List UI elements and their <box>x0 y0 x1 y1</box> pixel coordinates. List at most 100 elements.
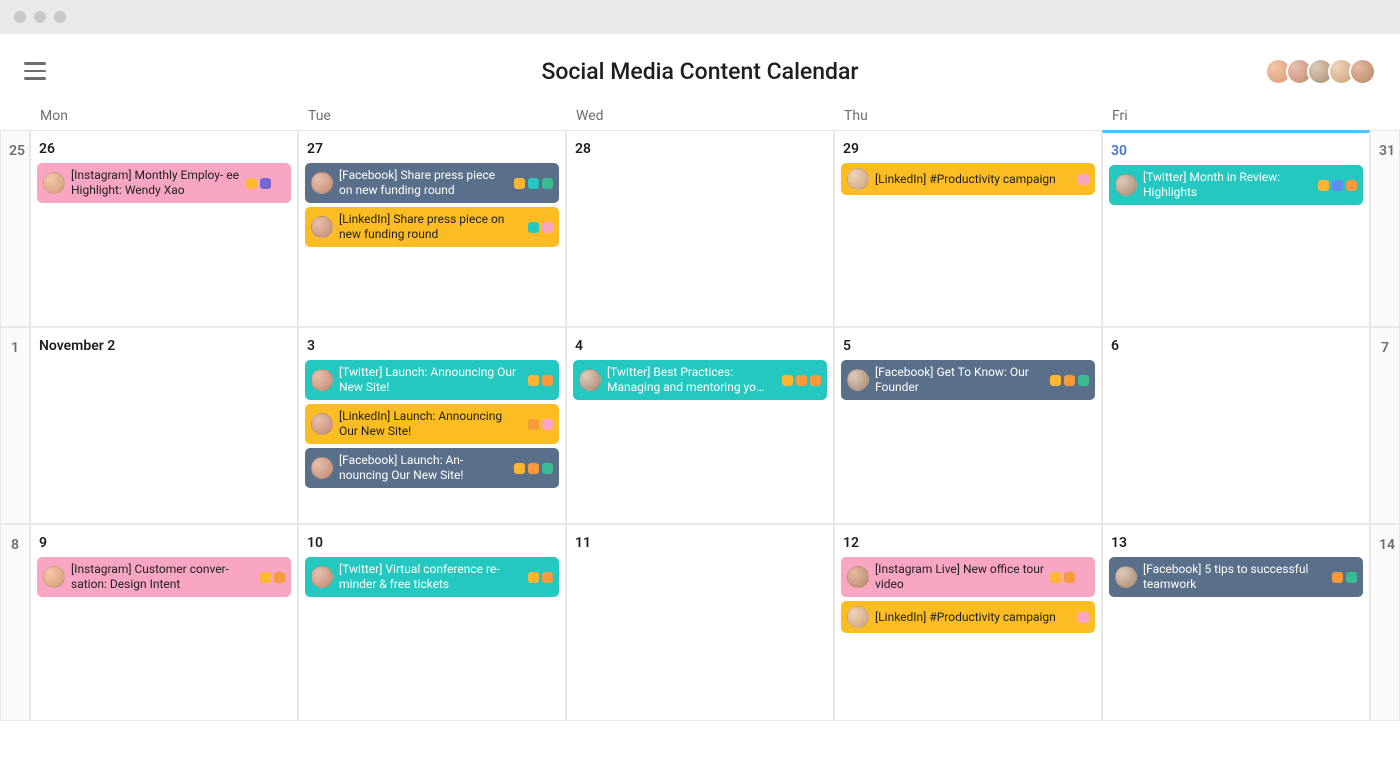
task-card[interactable]: [Facebook] Launch: An- nouncing Our New … <box>305 448 559 488</box>
calendar-day[interactable]: 27[Facebook] Share press piece on new fu… <box>298 130 566 327</box>
day-number: 25 <box>7 137 23 165</box>
traffic-zoom-icon[interactable] <box>54 11 66 23</box>
tag-dot <box>782 375 793 386</box>
topbar: Social Media Content Calendar <box>0 34 1400 108</box>
weekday-label: Wed <box>566 108 834 124</box>
menu-icon[interactable] <box>24 62 46 80</box>
task-tags <box>514 463 553 474</box>
tag-dot <box>528 375 539 386</box>
calendar-day[interactable]: 10[Twitter] Virtual conference re- minde… <box>298 524 566 721</box>
task-card[interactable]: [LinkedIn] #Productivity campaign <box>841 163 1095 195</box>
task-tags <box>1050 572 1089 583</box>
tag-dot <box>810 375 821 386</box>
day-number: 4 <box>573 334 827 360</box>
day-number: 9 <box>37 531 291 557</box>
traffic-minimize-icon[interactable] <box>34 11 46 23</box>
calendar-day[interactable]: 5[Facebook] Get To Know: Our Founder <box>834 327 1102 524</box>
day-number: November 2 <box>37 334 291 360</box>
task-title: [LinkedIn] Share press piece on new fund… <box>339 212 522 242</box>
tag-dot <box>274 178 285 189</box>
task-card[interactable]: [Facebook] 5 tips to successful teamwork <box>1109 557 1363 597</box>
tag-dot <box>274 572 285 583</box>
task-tags <box>1078 174 1089 185</box>
task-title: [Twitter] Virtual conference re- minder … <box>339 562 522 592</box>
tag-dot <box>542 572 553 583</box>
day-number: 1 <box>7 334 23 362</box>
edge-day: 31 <box>1370 130 1400 327</box>
tag-dot <box>1332 572 1343 583</box>
task-tags <box>1078 612 1089 623</box>
tag-dot <box>542 178 553 189</box>
task-card[interactable]: [Twitter] Virtual conference re- minder … <box>305 557 559 597</box>
day-number: 29 <box>841 137 1095 163</box>
task-card[interactable]: [LinkedIn] #Productivity campaign <box>841 601 1095 633</box>
tag-dot <box>260 178 271 189</box>
task-title: [Twitter] Launch: Announcing Our New Sit… <box>339 365 522 395</box>
calendar-day[interactable]: 4 [Twitter] Best Practices: Managing and … <box>566 327 834 524</box>
task-tags <box>1318 180 1357 191</box>
task-card[interactable]: [LinkedIn] Share press piece on new fund… <box>305 207 559 247</box>
task-title: [Instagram] Monthly Employ- ee Highlight… <box>71 168 240 198</box>
tag-dot <box>514 178 525 189</box>
calendar-day[interactable]: 28 <box>566 130 834 327</box>
assignee-avatar <box>311 172 333 194</box>
day-number: 30 <box>1109 139 1363 165</box>
task-card[interactable]: [Twitter] Launch: Announcing Our New Sit… <box>305 360 559 400</box>
tag-dot <box>1332 180 1343 191</box>
task-title: [Twitter] Best Practices: Managing and m… <box>607 365 776 395</box>
weekday-label: Mon <box>30 108 298 124</box>
task-title: [Twitter] Month in Review: Highlights <box>1143 170 1312 200</box>
task-tags <box>782 375 821 386</box>
task-tags <box>514 178 553 189</box>
tag-dot <box>796 375 807 386</box>
calendar-day[interactable]: 9[Instagram] Customer conver- sation: De… <box>30 524 298 721</box>
tag-dot <box>542 463 553 474</box>
tag-dot <box>514 463 525 474</box>
assignee-avatar <box>579 369 601 391</box>
edge-day: 7 <box>1370 327 1400 524</box>
calendar-day[interactable]: 29[LinkedIn] #Productivity campaign <box>834 130 1102 327</box>
day-number: 12 <box>841 531 1095 557</box>
calendar-day[interactable]: 30 [Twitter] Month in Review: Highlights <box>1102 130 1370 327</box>
task-card[interactable]: [Instagram Live] New office tour video <box>841 557 1095 597</box>
day-number: 6 <box>1109 334 1363 360</box>
day-number: 27 <box>305 137 559 163</box>
tag-dot <box>1318 180 1329 191</box>
task-card[interactable]: [Twitter] Best Practices: Managing and m… <box>573 360 827 400</box>
calendar-day[interactable]: 26[Instagram] Monthly Employ- ee Highlig… <box>30 130 298 327</box>
task-card[interactable]: [Twitter] Month in Review: Highlights <box>1109 165 1363 205</box>
calendar-day[interactable]: 11 <box>566 524 834 721</box>
task-title: [Facebook] Launch: An- nouncing Our New … <box>339 453 508 483</box>
task-card[interactable]: [Instagram] Customer conver- sation: Des… <box>37 557 291 597</box>
calendar-day[interactable]: 3 [Twitter] Launch: Announcing Our New Si… <box>298 327 566 524</box>
task-title: [Facebook] 5 tips to successful teamwork <box>1143 562 1326 592</box>
task-card[interactable]: [LinkedIn] Launch: Announcing Our New Si… <box>305 404 559 444</box>
tag-dot <box>528 419 539 430</box>
day-number: 31 <box>1377 137 1393 165</box>
page-title: Social Media Content Calendar <box>541 58 858 85</box>
tag-dot <box>1064 375 1075 386</box>
task-card[interactable]: [Facebook] Get To Know: Our Founder <box>841 360 1095 400</box>
day-number: 13 <box>1109 531 1363 557</box>
tag-dot <box>1078 572 1089 583</box>
assignee-avatar <box>311 369 333 391</box>
day-number: 3 <box>305 334 559 360</box>
tag-dot <box>528 572 539 583</box>
day-number: 8 <box>7 531 23 559</box>
day-number: 28 <box>573 137 827 163</box>
assignee-avatar <box>311 216 333 238</box>
traffic-close-icon[interactable] <box>14 11 26 23</box>
assignee-avatar <box>311 457 333 479</box>
calendar-day[interactable]: November 2 <box>30 327 298 524</box>
calendar-day[interactable]: 12[Instagram Live] New office tour video… <box>834 524 1102 721</box>
task-tags <box>528 222 553 233</box>
task-card[interactable]: [Facebook] Share press piece on new fund… <box>305 163 559 203</box>
calendar-day[interactable]: 13 [Facebook] 5 tips to successful teamwo… <box>1102 524 1370 721</box>
calendar-day[interactable]: 6 <box>1102 327 1370 524</box>
avatar[interactable] <box>1349 58 1376 85</box>
member-avatars[interactable] <box>1271 58 1376 85</box>
task-card[interactable]: [Instagram] Monthly Employ- ee Highlight… <box>37 163 291 203</box>
edge-day: 14 <box>1370 524 1400 721</box>
assignee-avatar <box>311 566 333 588</box>
weekday-label: Tue <box>298 108 566 124</box>
